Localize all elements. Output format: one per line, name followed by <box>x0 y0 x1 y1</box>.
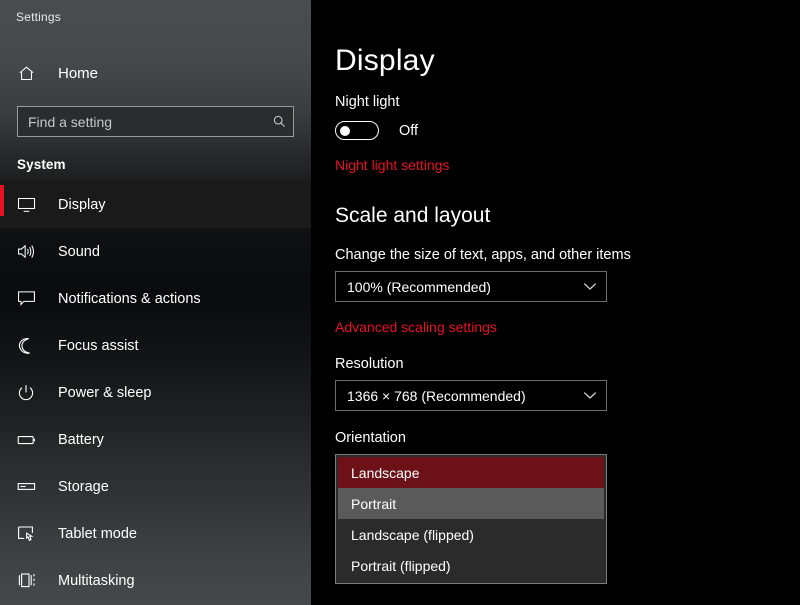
multitasking-icon <box>17 571 43 591</box>
chevron-down-icon <box>583 391 597 400</box>
notification-icon <box>17 289 43 309</box>
night-light-toggle-state: Off <box>399 122 419 139</box>
scale-and-layout-title: Scale and layout <box>335 204 491 227</box>
scale-field-label: Change the size of text, apps, and other… <box>335 247 631 263</box>
active-indicator <box>0 185 4 216</box>
sidebar-item-label: Focus assist <box>58 337 139 354</box>
sidebar-nav: Display Sound Notifications & actions Fo… <box>0 181 311 604</box>
orientation-option-landscape-flipped[interactable]: Landscape (flipped) <box>338 519 604 550</box>
monitor-icon <box>17 195 43 215</box>
title-bar: Settings <box>0 0 311 34</box>
scale-dropdown-value: 100% (Recommended) <box>347 278 491 295</box>
toggle-knob <box>340 125 350 136</box>
advanced-scaling-settings-link[interactable]: Advanced scaling settings <box>335 319 497 335</box>
night-light-toggle-row: Off <box>335 121 800 140</box>
sidebar-item-focus-assist[interactable]: Focus assist <box>0 322 311 369</box>
resolution-dropdown[interactable]: 1366 × 768 (Recommended) <box>335 380 607 411</box>
sidebar-group-label: System <box>17 157 66 172</box>
sidebar: Settings Home System <box>0 0 311 605</box>
resolution-dropdown-value: 1366 × 768 (Recommended) <box>347 387 526 404</box>
sidebar-item-home[interactable]: Home <box>0 56 311 90</box>
orientation-option-portrait[interactable]: Portrait <box>338 488 604 519</box>
window-title: Settings <box>16 10 61 24</box>
orientation-option-landscape[interactable]: Landscape <box>338 457 604 488</box>
storage-icon <box>17 477 43 497</box>
main-content: Display Night light Off Night light sett… <box>311 0 800 605</box>
option-label: Landscape <box>351 464 420 481</box>
option-label: Portrait (flipped) <box>351 557 451 574</box>
orientation-field-label: Orientation <box>335 430 406 446</box>
page-title: Display <box>335 44 435 77</box>
sidebar-item-display[interactable]: Display <box>0 181 311 228</box>
sidebar-item-tablet-mode[interactable]: Tablet mode <box>0 510 311 557</box>
orientation-dropdown-list: Landscape Portrait Landscape (flipped) P… <box>335 454 607 584</box>
orientation-option-portrait-flipped[interactable]: Portrait (flipped) <box>338 550 604 581</box>
sidebar-item-label: Tablet mode <box>58 525 137 542</box>
settings-window: Settings Home System <box>0 0 800 605</box>
sidebar-item-multitasking[interactable]: Multitasking <box>0 557 311 604</box>
search-box[interactable] <box>17 106 294 137</box>
sidebar-item-notifications[interactable]: Notifications & actions <box>0 275 311 322</box>
sidebar-item-label: Battery <box>58 431 104 448</box>
sidebar-item-label: Storage <box>58 478 109 495</box>
scale-dropdown[interactable]: 100% (Recommended) <box>335 271 607 302</box>
sidebar-item-label: Notifications & actions <box>58 290 201 307</box>
option-label: Landscape (flipped) <box>351 526 474 543</box>
night-light-settings-link[interactable]: Night light settings <box>335 157 449 173</box>
option-label: Portrait <box>351 495 397 512</box>
sidebar-item-label: Display <box>58 196 106 213</box>
tablet-mode-icon <box>17 524 43 544</box>
night-light-toggle[interactable] <box>335 121 379 140</box>
search-input[interactable] <box>18 113 265 130</box>
power-icon <box>17 383 43 403</box>
sidebar-item-battery[interactable]: Battery <box>0 416 311 463</box>
home-label: Home <box>58 64 99 82</box>
search-icon[interactable] <box>265 114 293 129</box>
sidebar-item-label: Power & sleep <box>58 384 152 401</box>
sidebar-item-label: Multitasking <box>58 572 135 589</box>
resolution-field-label: Resolution <box>335 356 404 372</box>
sidebar-item-power-sleep[interactable]: Power & sleep <box>0 369 311 416</box>
sidebar-item-sound[interactable]: Sound <box>0 228 311 275</box>
chevron-down-icon <box>583 282 597 291</box>
sidebar-item-storage[interactable]: Storage <box>0 463 311 510</box>
battery-icon <box>17 430 43 450</box>
night-light-label: Night light <box>335 94 400 110</box>
sidebar-item-label: Sound <box>58 243 100 260</box>
speaker-icon <box>17 242 43 262</box>
home-icon <box>17 64 43 83</box>
moon-icon <box>17 336 43 356</box>
